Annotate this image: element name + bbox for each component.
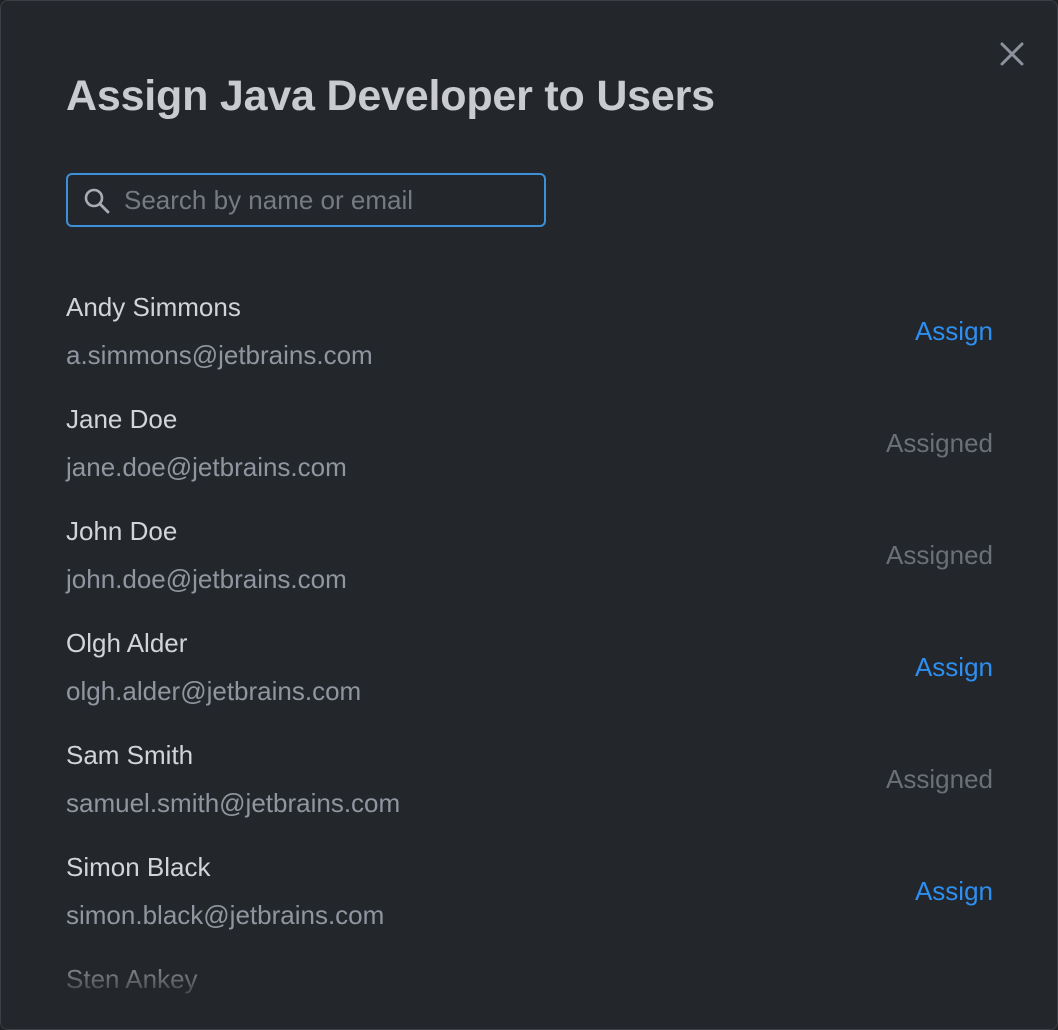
user-row: Andy Simmons a.simmons@jetbrains.com Ass… [1, 283, 1057, 395]
user-email: samuel.smith@jetbrains.com [66, 788, 401, 818]
search-input[interactable] [124, 175, 534, 225]
search-icon [83, 187, 111, 215]
user-row: Simon Black simon.black@jetbrains.com As… [1, 843, 1057, 955]
user-email: olgh.alder@jetbrains.com [66, 676, 362, 706]
assign-button[interactable]: Assign [915, 651, 993, 683]
user-name: Simon Black [66, 852, 211, 882]
user-email: john.doe@jetbrains.com [66, 564, 347, 594]
user-email: jane.doe@jetbrains.com [66, 452, 347, 482]
user-row: Sam Smith samuel.smith@jetbrains.com Ass… [1, 731, 1057, 843]
dialog-title: Assign Java Developer to Users [66, 72, 715, 120]
user-name: John Doe [66, 516, 178, 546]
user-name: Jane Doe [66, 404, 178, 434]
user-row: John Doe john.doe@jetbrains.com Assigned [1, 507, 1057, 619]
search-box[interactable] [66, 173, 546, 227]
user-name: Sten Ankey [66, 964, 198, 994]
assigned-status: Assigned [886, 428, 993, 458]
user-row: Jane Doe jane.doe@jetbrains.com Assigned [1, 395, 1057, 507]
assigned-status: Assigned [886, 764, 993, 794]
close-button[interactable] [997, 39, 1027, 69]
user-row: Olgh Alder olgh.alder@jetbrains.com Assi… [1, 619, 1057, 731]
user-row: Sten Ankey [1, 955, 1057, 1029]
assign-button[interactable]: Assign [915, 875, 993, 907]
user-name: Andy Simmons [66, 292, 241, 322]
user-name: Sam Smith [66, 740, 194, 770]
assigned-status: Assigned [886, 540, 993, 570]
user-email: simon.black@jetbrains.com [66, 900, 385, 930]
assign-button[interactable]: Assign [915, 315, 993, 347]
assign-users-dialog: Assign Java Developer to Users Andy Simm… [0, 0, 1058, 1030]
user-name: Olgh Alder [66, 628, 188, 658]
user-email: a.simmons@jetbrains.com [66, 340, 373, 370]
user-list: Andy Simmons a.simmons@jetbrains.com Ass… [1, 283, 1057, 1029]
close-icon [1000, 42, 1024, 66]
